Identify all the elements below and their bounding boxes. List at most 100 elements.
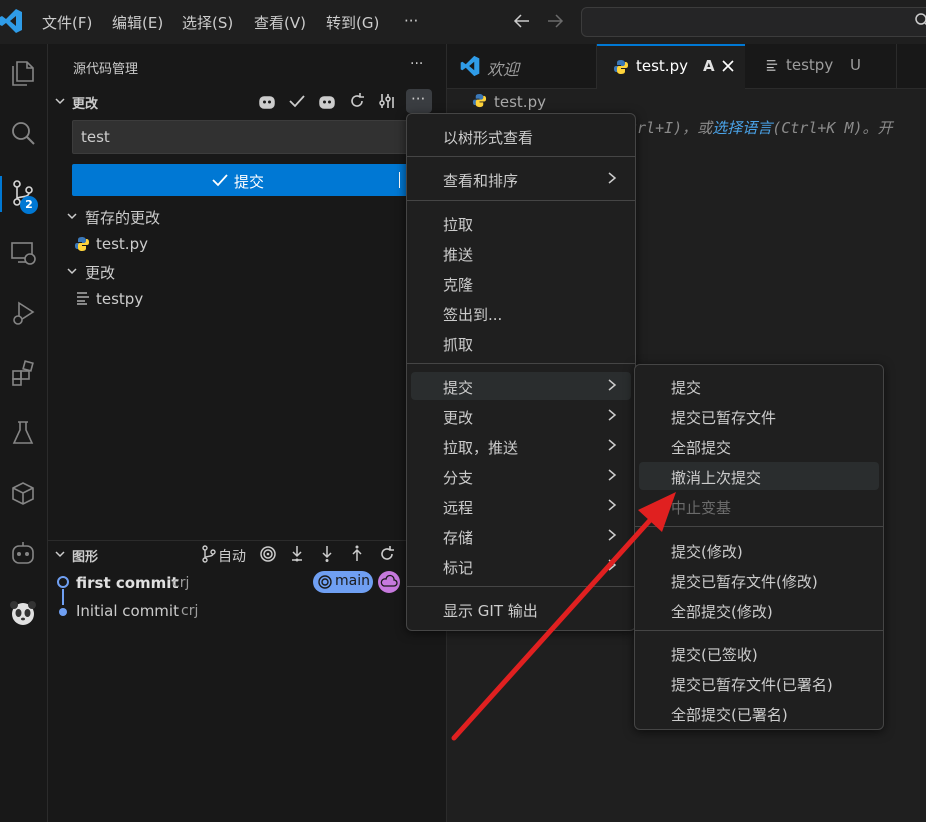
menu-view[interactable]: 查看(V) bbox=[254, 12, 306, 33]
placeholder-part: trl+I)，或 bbox=[628, 119, 713, 137]
more-actions-button[interactable]: ··· bbox=[406, 89, 432, 113]
select-language-link[interactable]: 选择语言 bbox=[712, 119, 772, 137]
python-file-icon bbox=[613, 59, 629, 79]
copilot-generate-icon[interactable] bbox=[256, 90, 278, 112]
push-icon[interactable] bbox=[346, 543, 368, 565]
menu-item-stash[interactable]: 存储 bbox=[411, 522, 631, 550]
tab-welcome[interactable]: 欢迎 bbox=[447, 44, 597, 88]
vscode-logo-icon bbox=[0, 8, 22, 36]
copilot-robot-icon[interactable] bbox=[6, 536, 40, 570]
submenu-item-commit-staged-signed[interactable]: 提交已暂存文件(已署名) bbox=[639, 669, 879, 697]
menu-item-view-and-sort[interactable]: 查看和排序 bbox=[411, 165, 631, 193]
submenu-item-commit-staged-amend[interactable]: 提交已暂存文件(修改) bbox=[639, 566, 879, 594]
menu-item-commit[interactable]: 提交 bbox=[411, 372, 631, 400]
staged-changes-header[interactable]: 暂存的更改 bbox=[85, 207, 160, 228]
menu-item-clone[interactable]: 克隆 bbox=[411, 269, 631, 297]
close-icon[interactable] bbox=[721, 59, 735, 77]
menu-edit[interactable]: 编辑(E) bbox=[112, 12, 163, 33]
forward-arrow-icon[interactable] bbox=[545, 11, 565, 31]
menu-selection[interactable]: 选择(S) bbox=[182, 12, 233, 33]
title-bar: 文件(F) 编辑(E) 选择(S) 查看(V) 转到(G) ··· bbox=[0, 0, 926, 45]
sidebar-title: 源代码管理 bbox=[73, 62, 139, 77]
panda-icon[interactable] bbox=[6, 596, 40, 630]
menu-item-changes[interactable]: 更改 bbox=[411, 402, 631, 430]
changes-section-header[interactable]: 更改 bbox=[72, 93, 98, 112]
vscode-logo-icon bbox=[459, 55, 481, 81]
submenu-item-commit-all-amend[interactable]: 全部提交(修改) bbox=[639, 596, 879, 624]
run-debug-icon[interactable] bbox=[6, 296, 40, 330]
commit-message[interactable]: first commit bbox=[76, 574, 179, 592]
staged-file-item[interactable]: test.py bbox=[96, 235, 148, 253]
source-control-sidebar: 源代码管理 ··· 更改 ··· test 提交 暂存的更改 test.py 更… bbox=[48, 44, 447, 822]
menu-item-tags[interactable]: 标记 bbox=[411, 552, 631, 580]
graph-auto-label[interactable]: 自动 bbox=[218, 546, 246, 566]
pull-icon[interactable] bbox=[316, 543, 338, 565]
commit-message[interactable]: Initial commit bbox=[76, 602, 179, 620]
menu-item-checkout[interactable]: 签出到... bbox=[411, 299, 631, 327]
command-center-search[interactable] bbox=[581, 7, 926, 37]
commit-author: crj bbox=[172, 575, 190, 591]
python-file-icon bbox=[472, 93, 487, 112]
menu-file[interactable]: 文件(F) bbox=[42, 12, 92, 33]
refresh-icon[interactable] bbox=[346, 90, 368, 112]
commit-message-input[interactable]: test bbox=[72, 120, 414, 154]
editor-tabs: 欢迎 test.py A testpy U bbox=[447, 44, 926, 89]
menu-item-show-git-output[interactable]: 显示 GIT 输出 bbox=[411, 595, 631, 623]
testing-flask-icon[interactable] bbox=[6, 416, 40, 450]
branch-icon[interactable] bbox=[198, 543, 220, 565]
submenu-item-commit[interactable]: 提交 bbox=[639, 372, 879, 400]
menu-item-view-as-tree[interactable]: 以树形式查看 bbox=[411, 122, 631, 150]
back-arrow-icon[interactable] bbox=[512, 11, 532, 31]
chevron-down-icon[interactable] bbox=[54, 95, 66, 111]
extensions-icon[interactable] bbox=[6, 356, 40, 390]
chevron-down-icon[interactable] bbox=[66, 265, 78, 281]
containers-icon[interactable] bbox=[6, 476, 40, 510]
chevron-down-icon[interactable] bbox=[66, 210, 78, 226]
cloud-icon[interactable] bbox=[378, 571, 400, 593]
active-indicator bbox=[0, 176, 2, 212]
search-icon bbox=[914, 12, 926, 34]
submenu-item-commit-staged[interactable]: 提交已暂存文件 bbox=[639, 402, 879, 430]
submenu-item-undo-last-commit[interactable]: 撤消上次提交 bbox=[639, 462, 879, 490]
changes-group-header[interactable]: 更改 bbox=[85, 262, 115, 283]
branch-badge[interactable]: main bbox=[313, 571, 373, 593]
commit-button[interactable]: 提交 bbox=[72, 164, 412, 196]
refresh-icon[interactable] bbox=[376, 543, 398, 565]
chevron-down-icon[interactable] bbox=[54, 548, 66, 564]
more-actions-menu: 以树形式查看 查看和排序 拉取 推送 克隆 签出到... 抓取 提交 更改 拉取… bbox=[406, 113, 636, 631]
chevron-right-icon bbox=[607, 528, 617, 546]
copilot-chat-icon[interactable] bbox=[316, 90, 338, 112]
search-icon[interactable] bbox=[6, 116, 40, 150]
checkmark-commit-icon[interactable] bbox=[286, 90, 308, 112]
menu-go[interactable]: 转到(G) bbox=[326, 12, 379, 33]
python-file-icon bbox=[74, 236, 90, 256]
menu-item-remote[interactable]: 远程 bbox=[411, 492, 631, 520]
branch-settings-icon[interactable] bbox=[376, 90, 398, 112]
chevron-right-icon bbox=[607, 438, 617, 456]
menu-separator bbox=[635, 526, 883, 527]
breadcrumb[interactable]: test.py bbox=[494, 93, 546, 111]
target-icon[interactable] bbox=[257, 543, 279, 565]
submenu-item-commit-all-signed[interactable]: 全部提交(已署名) bbox=[639, 699, 879, 727]
tab-test-py[interactable]: test.py A bbox=[597, 44, 745, 89]
menu-item-fetch[interactable]: 抓取 bbox=[411, 329, 631, 357]
submenu-item-commit-signed-off[interactable]: 提交(已签收) bbox=[639, 639, 879, 667]
menu-item-push[interactable]: 推送 bbox=[411, 239, 631, 267]
change-file-item[interactable]: testpy bbox=[96, 290, 143, 308]
menu-more[interactable]: ··· bbox=[404, 12, 418, 30]
submenu-item-commit-amend[interactable]: 提交(修改) bbox=[639, 536, 879, 564]
menu-item-pull-push[interactable]: 拉取，推送 bbox=[411, 432, 631, 460]
sidebar-more-button[interactable]: ··· bbox=[410, 56, 423, 72]
menu-separator bbox=[407, 200, 635, 201]
fetch-icon[interactable] bbox=[286, 543, 308, 565]
tab-testpy[interactable]: testpy U bbox=[746, 44, 897, 88]
branch-name: main bbox=[335, 573, 370, 589]
explorer-files-icon[interactable] bbox=[6, 56, 40, 90]
menu-item-branch[interactable]: 分支 bbox=[411, 462, 631, 490]
graph-section-header[interactable]: 图形 bbox=[72, 546, 98, 565]
text-file-icon bbox=[76, 291, 90, 309]
remote-explorer-icon[interactable] bbox=[6, 236, 40, 270]
submenu-item-commit-all[interactable]: 全部提交 bbox=[639, 432, 879, 460]
menu-item-pull[interactable]: 拉取 bbox=[411, 209, 631, 237]
scm-count-badge: 2 bbox=[20, 196, 38, 214]
